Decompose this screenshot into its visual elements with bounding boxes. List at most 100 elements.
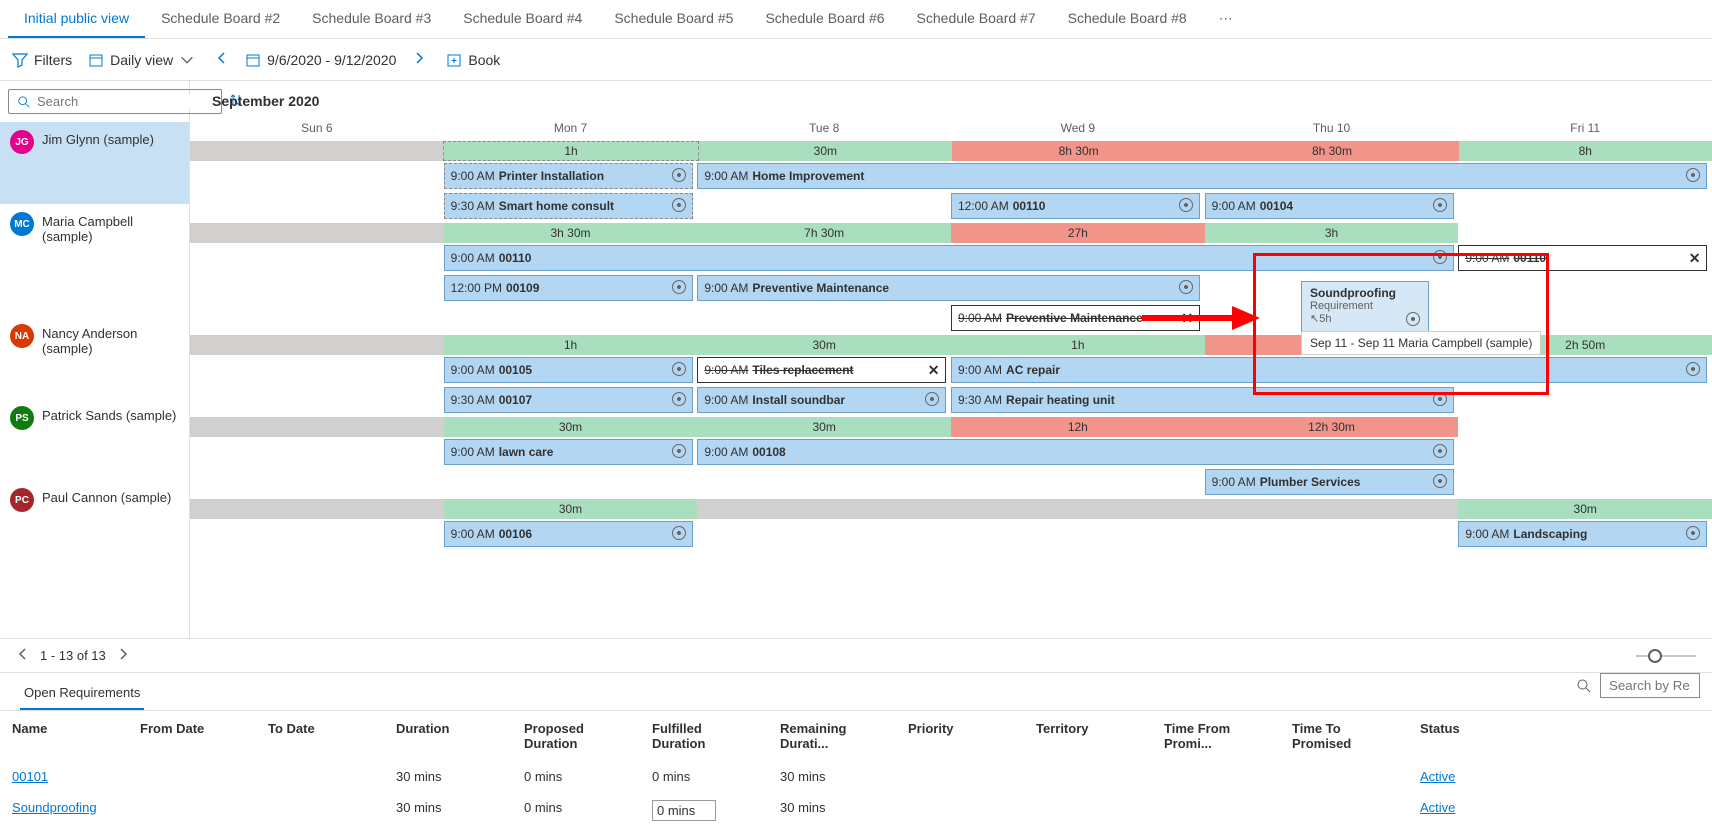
grid-column-header[interactable]: Remaining Durati...: [768, 711, 896, 761]
tab-board-2[interactable]: Schedule Board #2: [145, 0, 296, 38]
booking[interactable]: 9:00 AM 00110: [444, 245, 1454, 271]
booking[interactable]: 9:00 AM Tiles replacement✕: [697, 357, 946, 383]
resource-sidebar: JGJim Glynn (sample)MCMaria Campbell (sa…: [0, 81, 190, 638]
gear-icon: [1406, 312, 1420, 329]
tab-overflow[interactable]: ⋯: [1203, 0, 1249, 38]
booking-time: 9:00 AM: [958, 311, 1002, 325]
gear-icon[interactable]: [672, 444, 686, 461]
gear-icon[interactable]: [1179, 198, 1193, 215]
grid-column-header[interactable]: Territory: [1024, 711, 1152, 761]
page-prev-button[interactable]: [16, 647, 30, 664]
gear-icon[interactable]: [1433, 198, 1447, 215]
gear-icon[interactable]: [1433, 474, 1447, 491]
gear-icon[interactable]: [672, 526, 686, 543]
tab-open-requirements[interactable]: Open Requirements: [20, 673, 144, 710]
resource-row[interactable]: PCPaul Cannon (sample): [0, 480, 189, 540]
booking[interactable]: 9:00 AM Printer Installation: [444, 163, 693, 189]
booking-time: 9:00 AM: [704, 393, 748, 407]
tab-board-6[interactable]: Schedule Board #6: [749, 0, 900, 38]
grid-link[interactable]: 00101: [12, 769, 48, 784]
view-selector[interactable]: Daily view: [88, 52, 195, 68]
filters-button[interactable]: Filters: [12, 52, 72, 68]
capacity-cell: 12h 30m: [1205, 417, 1459, 437]
grid-column-header[interactable]: Fulfilled Duration: [640, 711, 768, 761]
gear-icon[interactable]: [1686, 362, 1700, 379]
grid-link[interactable]: Active: [1420, 800, 1455, 815]
page-next-button[interactable]: [116, 647, 130, 664]
requirements-panel: Open Requirements NameFrom DateTo DateDu…: [0, 672, 1712, 829]
grid-column-header[interactable]: Name: [0, 711, 128, 761]
gear-icon[interactable]: [672, 392, 686, 409]
tab-board-8[interactable]: Schedule Board #8: [1052, 0, 1203, 38]
booking[interactable]: 9:30 AM Smart home consult: [444, 193, 693, 219]
grid-link[interactable]: Soundproofing: [12, 800, 97, 815]
tab-board-3[interactable]: Schedule Board #3: [296, 0, 447, 38]
gear-icon[interactable]: [672, 198, 686, 215]
gear-icon[interactable]: [672, 280, 686, 297]
tab-board-4[interactable]: Schedule Board #4: [447, 0, 598, 38]
book-button[interactable]: Book: [446, 52, 500, 68]
booking[interactable]: 9:00 AM AC repair: [951, 357, 1707, 383]
grid-column-header[interactable]: Proposed Duration: [512, 711, 640, 761]
booking[interactable]: 9:00 AM 00110✕: [1458, 245, 1707, 271]
drag-ghost[interactable]: Soundproofing Requirement ↖5h: [1301, 281, 1429, 334]
gear-icon[interactable]: [672, 362, 686, 379]
capacity-cell: 7h 30m: [697, 223, 951, 243]
booking[interactable]: 9:00 AM lawn care: [444, 439, 693, 465]
grid-column-header[interactable]: Priority: [896, 711, 1024, 761]
grid-link[interactable]: Active: [1420, 769, 1455, 784]
capacity-cell: [1458, 223, 1712, 243]
gear-icon[interactable]: [925, 392, 939, 409]
gear-icon[interactable]: [1433, 444, 1447, 461]
booking[interactable]: 9:00 AM Plumber Services: [1205, 469, 1454, 495]
grid-row[interactable]: 0010130 mins0 mins0 mins30 minsActive: [0, 761, 1712, 792]
grid-column-header[interactable]: Status: [1408, 711, 1526, 761]
tab-initial-public-view[interactable]: Initial public view: [8, 0, 145, 38]
day-column-header: Fri 11: [1458, 115, 1712, 141]
gear-icon[interactable]: [1179, 280, 1193, 297]
capacity-cell: [1458, 417, 1712, 437]
requirements-search-input[interactable]: [1600, 673, 1700, 698]
booking[interactable]: 9:00 AM 00108: [697, 439, 1453, 465]
booking[interactable]: 9:00 AM Home Improvement: [697, 163, 1707, 189]
booking[interactable]: 9:00 AM 00104: [1205, 193, 1454, 219]
booking[interactable]: 9:00 AM 00106: [444, 521, 693, 547]
gear-icon[interactable]: [1686, 526, 1700, 543]
schedule-board-tabs: Initial public view Schedule Board #2 Sc…: [0, 0, 1712, 39]
search-icon[interactable]: [1576, 678, 1592, 694]
booking[interactable]: 9:00 AM Preventive Maintenance: [697, 275, 1200, 301]
booking-title: Smart home consult: [499, 199, 614, 213]
date-range-picker[interactable]: 9/6/2020 - 9/12/2020: [245, 52, 396, 68]
calendar-icon: [88, 52, 104, 68]
tab-board-5[interactable]: Schedule Board #5: [598, 0, 749, 38]
grid-column-header[interactable]: To Date: [256, 711, 384, 761]
booking[interactable]: 12:00 PM 00109: [444, 275, 693, 301]
grid-column-header[interactable]: Time From Promi...: [1152, 711, 1280, 761]
resource-row[interactable]: MCMaria Campbell (sample): [0, 204, 189, 316]
resource-row[interactable]: JGJim Glynn (sample): [0, 122, 189, 204]
booking[interactable]: 9:30 AM Repair heating unit: [951, 387, 1454, 413]
resource-name: Patrick Sands (sample): [42, 406, 176, 423]
prev-week-button[interactable]: [211, 47, 233, 72]
booking[interactable]: 9:00 AM Install soundbar: [697, 387, 946, 413]
gear-icon[interactable]: [1433, 250, 1447, 267]
close-icon[interactable]: ✕: [1689, 250, 1701, 267]
gear-icon[interactable]: [1686, 168, 1700, 185]
day-column-header: Wed 9: [951, 115, 1205, 141]
resource-row[interactable]: NANancy Anderson (sample): [0, 316, 189, 398]
next-week-button[interactable]: [408, 47, 430, 72]
tab-board-7[interactable]: Schedule Board #7: [901, 0, 1052, 38]
grid-column-header[interactable]: From Date: [128, 711, 256, 761]
resource-row[interactable]: PSPatrick Sands (sample): [0, 398, 189, 480]
capacity-cell: 1h: [951, 335, 1205, 355]
booking[interactable]: 9:00 AM Landscaping: [1458, 521, 1707, 547]
gear-icon[interactable]: [672, 168, 686, 185]
booking[interactable]: 9:00 AM 00105: [444, 357, 693, 383]
booking[interactable]: 9:30 AM 00107: [444, 387, 693, 413]
gear-icon[interactable]: [1433, 392, 1447, 409]
grid-column-header[interactable]: Duration: [384, 711, 512, 761]
grid-column-header[interactable]: Time To Promised: [1280, 711, 1408, 761]
close-icon[interactable]: ✕: [928, 362, 940, 379]
zoom-slider[interactable]: [1636, 655, 1696, 657]
booking[interactable]: 12:00 AM 00110: [951, 193, 1200, 219]
